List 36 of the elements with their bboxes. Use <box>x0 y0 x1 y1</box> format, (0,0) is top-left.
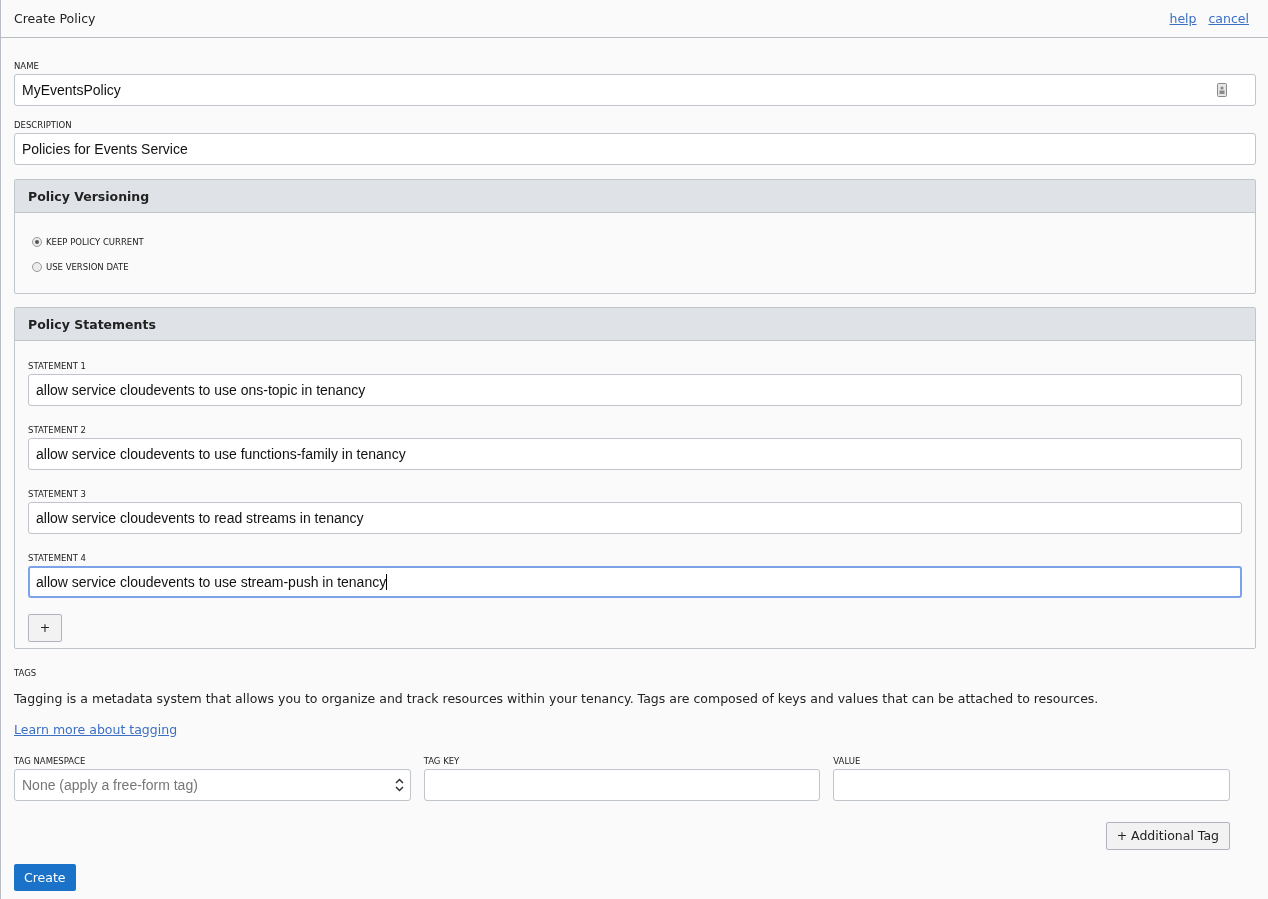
contact-card-icon <box>1217 83 1227 97</box>
description-field[interactable]: Policies for Events Service <box>14 133 1256 165</box>
statement-field[interactable]: allow service cloudevents to use ons-topic in tenancy <box>28 374 1242 406</box>
text-field[interactable] <box>423 768 821 801</box>
field-label: VALUE <box>833 755 862 766</box>
name-field[interactable]: MyEventsPolicy <box>14 74 1256 106</box>
field-label: STATEMENT 2 <box>28 425 87 435</box>
statement-field[interactable]: allow service cloudevents to use functions-family in tenancy <box>28 438 1242 470</box>
field-label: STATEMENT 3 <box>28 489 87 499</box>
text-cursor <box>386 574 388 590</box>
statement-field[interactable]: allow service cloudevents to use stream-push in tenancy <box>28 566 1242 598</box>
add-statement-button[interactable]: + <box>28 613 62 642</box>
panel-title: Policy Statements <box>28 316 156 332</box>
text-field[interactable] <box>833 768 1230 801</box>
radio-button[interactable] <box>32 261 42 272</box>
field-label: STATEMENT 4 <box>28 553 87 563</box>
tags-description: Tagging is a metadata system that allows you to organize and track resources within your tenancy. Tags are composed of keys and values that can be attached to resources. <box>14 690 1100 707</box>
up-down-chevron-icon <box>394 777 404 792</box>
radio-button[interactable] <box>32 236 42 247</box>
additional-tag-button[interactable]: + Additional Tag <box>1105 821 1230 850</box>
radio-label: KEEP POLICY CURRENT <box>46 236 144 247</box>
section-label: TAGS <box>14 667 38 678</box>
panel-title: Policy Versioning <box>28 188 150 204</box>
header-link[interactable]: help <box>1169 11 1197 26</box>
field-label: NAME <box>14 61 40 71</box>
statement-field[interactable]: allow service cloudevents to read streams in tenancy <box>28 502 1242 534</box>
header-link[interactable]: cancel <box>1208 11 1249 26</box>
field-label: DESCRIPTION <box>14 120 73 130</box>
create-button[interactable]: Create <box>14 863 76 891</box>
namespace-select[interactable]: None (apply a free-form tag) <box>14 768 411 801</box>
field-label: TAG NAMESPACE <box>14 755 87 766</box>
page-title: Create Policy <box>14 11 96 26</box>
radio-label: USE VERSION DATE <box>46 261 129 272</box>
field-label: TAG KEY <box>423 755 461 766</box>
field-label: STATEMENT 1 <box>28 361 87 371</box>
learn-more-link[interactable]: Learn more about tagging <box>14 721 178 737</box>
